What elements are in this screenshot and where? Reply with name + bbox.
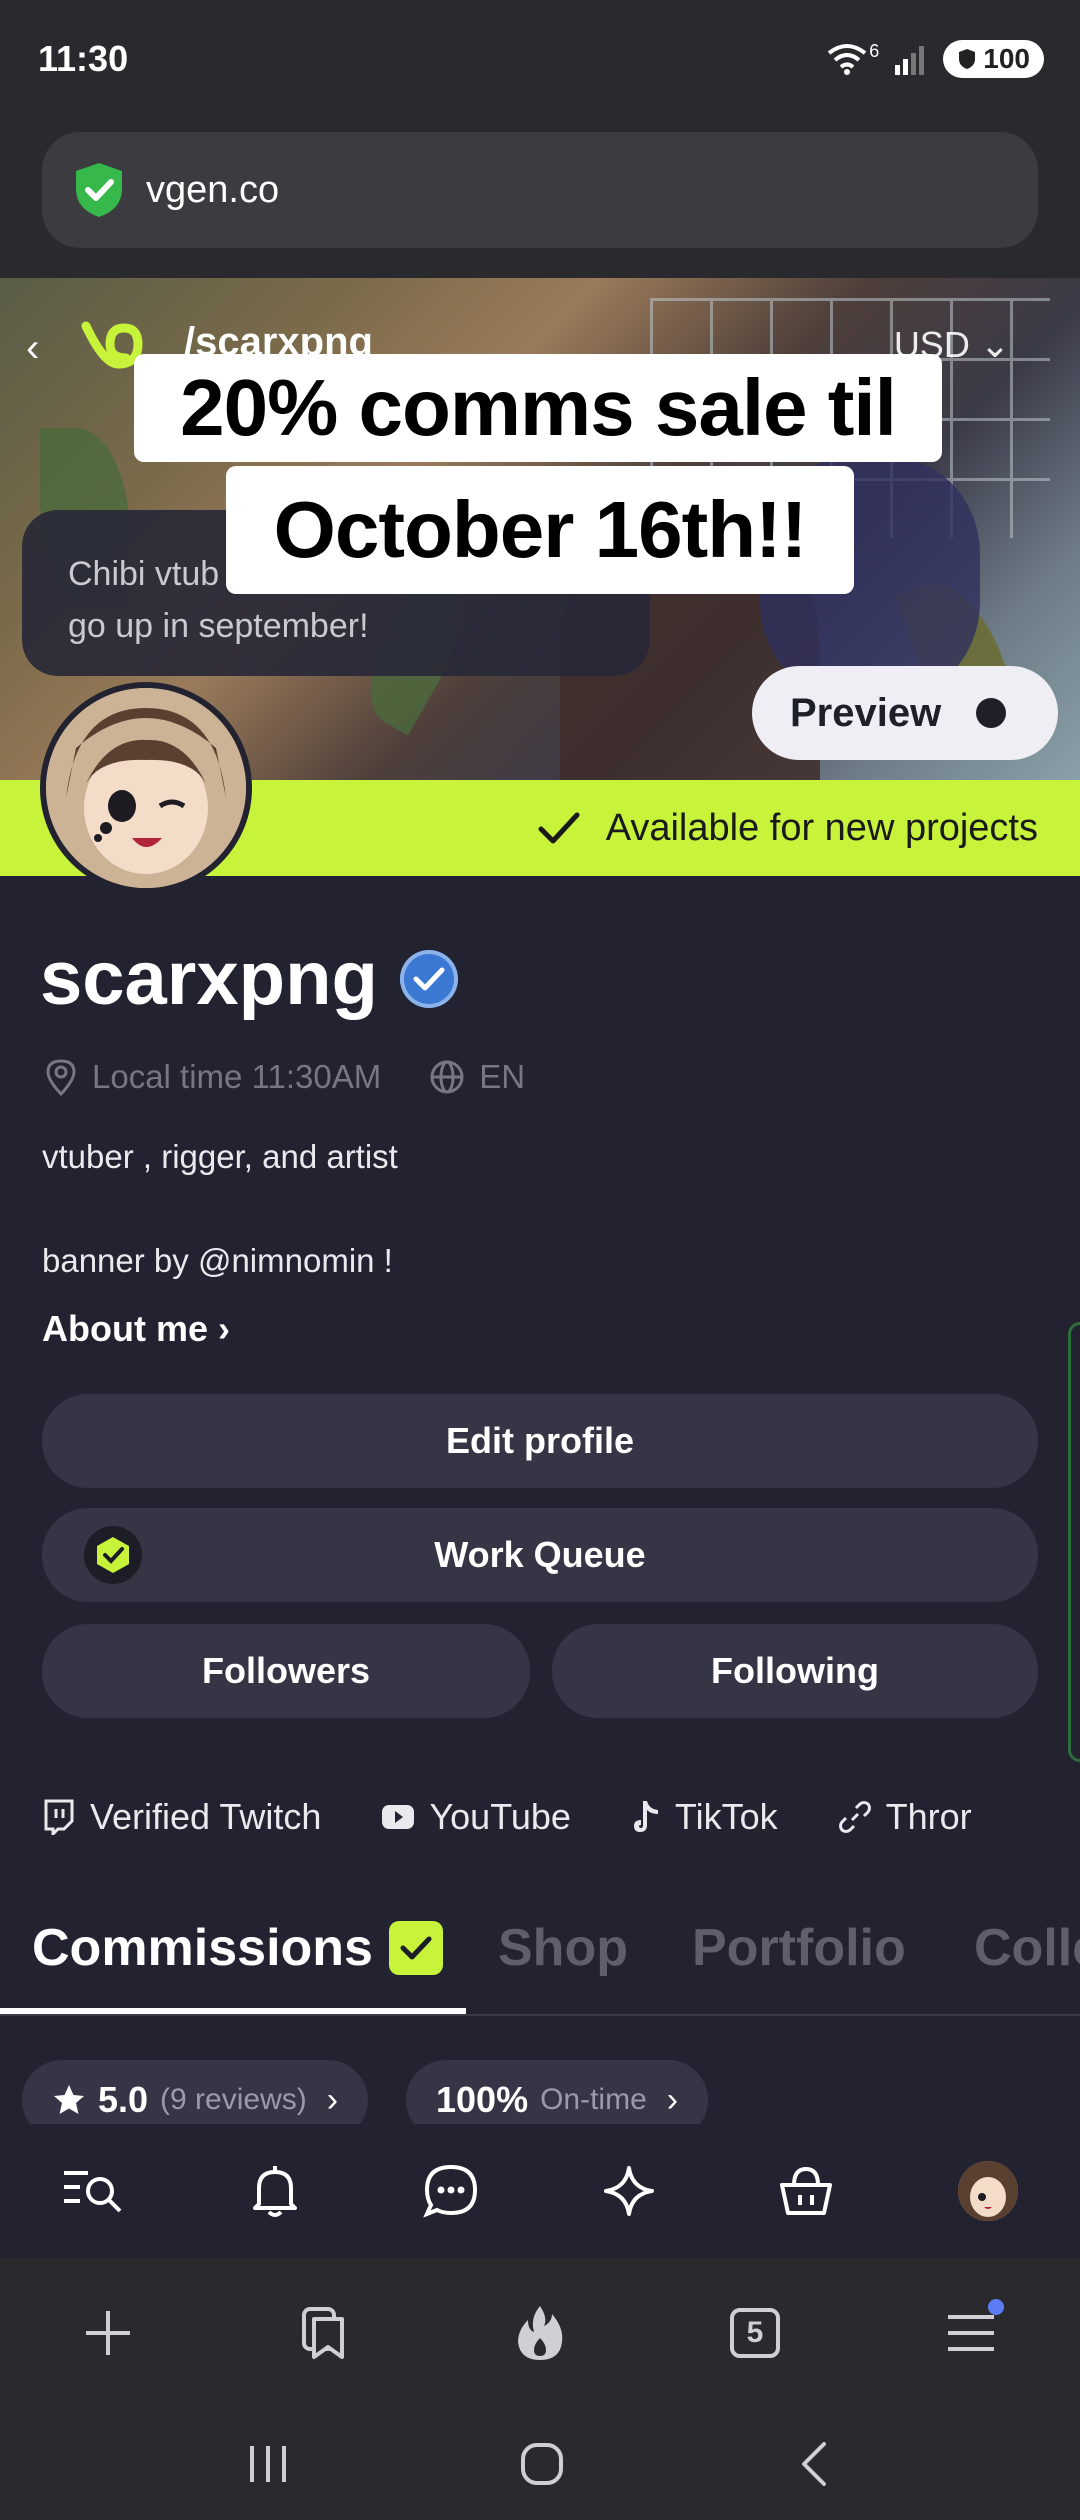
- preview-label: Preview: [790, 690, 942, 735]
- profile-avatar[interactable]: [40, 682, 252, 894]
- tab-count: 5: [746, 2316, 764, 2349]
- social-links: Verified Twitch YouTube TikTok Thror: [42, 1796, 972, 1838]
- avatar-image: [46, 688, 246, 888]
- bio-line-2: banner by @nimnomin !: [42, 1242, 393, 1279]
- search-list-icon[interactable]: [62, 2165, 128, 2217]
- tiktok-label: TikTok: [674, 1796, 778, 1837]
- tab-underline: [0, 2008, 466, 2014]
- sparkle-icon[interactable]: [603, 2165, 655, 2217]
- throne-link[interactable]: Thror: [838, 1796, 972, 1838]
- tab-shop[interactable]: Shop: [498, 1918, 628, 1978]
- youtube-icon: [382, 1805, 415, 1829]
- chevron-right-icon: ›: [326, 2080, 339, 2119]
- back-icon[interactable]: [794, 2440, 834, 2488]
- signal-icon: [895, 46, 925, 75]
- menu-button[interactable]: [944, 2299, 1004, 2357]
- wifi-label: 6: [869, 40, 880, 61]
- recent-apps-icon[interactable]: [246, 2442, 290, 2486]
- browser-toolbar: 5: [0, 2258, 1080, 2408]
- twitch-icon: [44, 1799, 74, 1835]
- tab-portfolio[interactable]: Portfolio: [692, 1918, 906, 1978]
- chevron-right-icon: ›: [666, 2080, 679, 2119]
- twitch-label: Verified Twitch: [90, 1796, 322, 1837]
- bell-icon[interactable]: [251, 2164, 299, 2218]
- language: EN: [479, 1058, 526, 1095]
- flame-icon[interactable]: [514, 2304, 566, 2362]
- work-queue-button[interactable]: Work Queue: [42, 1508, 1038, 1602]
- avatar-small-image: [958, 2161, 1019, 2221]
- edit-profile-label: Edit profile: [446, 1420, 634, 1461]
- status-bar: 11:30 6 100: [0, 0, 1080, 124]
- throne-label: Thror: [885, 1796, 972, 1837]
- profile-meta: Local time 11:30AM EN: [44, 1058, 525, 1096]
- ontime-value: 100%: [436, 2079, 529, 2120]
- tiktok-icon: [633, 1801, 658, 1832]
- toggle-knob: [976, 698, 1006, 728]
- work-queue-label: Work Queue: [434, 1534, 646, 1575]
- following-label: Following: [711, 1650, 879, 1691]
- location-pin-icon: [46, 1059, 76, 1096]
- url-text: vgen.co: [146, 168, 280, 211]
- notice-line-2: go up in september!: [68, 607, 369, 645]
- app-bottom-nav: [0, 2124, 1080, 2258]
- about-me-link[interactable]: About me ›: [42, 1308, 230, 1350]
- shield-icon: [959, 49, 976, 69]
- following-button[interactable]: Following: [552, 1624, 1038, 1718]
- hamburger-menu-icon: [948, 2315, 994, 2351]
- battery-level: 100: [983, 43, 1030, 74]
- verified-badge-icon: [399, 949, 458, 1008]
- chat-icon[interactable]: [423, 2163, 479, 2219]
- tab-collections[interactable]: Colle: [974, 1918, 1080, 1978]
- globe-icon: [430, 1060, 464, 1094]
- check-icon: [538, 812, 580, 844]
- user-avatar-small[interactable]: [958, 2161, 1019, 2221]
- rating-value: 5.0: [98, 2079, 149, 2120]
- shopping-basket-icon[interactable]: [778, 2165, 834, 2217]
- wifi-icon: [828, 44, 867, 75]
- status-icons: 6 100: [827, 40, 1044, 78]
- notification-dot: [988, 2299, 1004, 2315]
- username-text: scarxpng: [40, 936, 378, 1021]
- ontime-label: On-time: [540, 2083, 647, 2116]
- toggle-switch[interactable]: [976, 696, 1032, 730]
- back-chevron-icon[interactable]: ‹: [26, 326, 39, 371]
- browser-url-area: vgen.co: [0, 124, 1080, 278]
- link-icon: [838, 1801, 871, 1833]
- overlay-caption-line-2: October 16th!!: [226, 466, 854, 594]
- youtube-link[interactable]: YouTube: [381, 1796, 571, 1838]
- secure-shield-icon: [76, 163, 122, 217]
- followers-button[interactable]: Followers: [42, 1624, 530, 1718]
- battery-indicator: 100: [943, 40, 1044, 78]
- tab-commissions-label: Commissions: [32, 1919, 373, 1977]
- preview-toggle-button[interactable]: Preview: [752, 666, 1058, 760]
- tab-count-button[interactable]: 5: [730, 2308, 780, 2358]
- youtube-label: YouTube: [429, 1796, 571, 1837]
- local-time: Local time 11:30AM: [92, 1058, 382, 1095]
- side-scroll-indicator: [1068, 1322, 1080, 1762]
- edit-profile-button[interactable]: Edit profile: [42, 1394, 1038, 1488]
- bio-line-1: vtuber , rigger, and artist: [42, 1138, 398, 1175]
- review-count: (9 reviews): [160, 2083, 307, 2116]
- tiktok-link[interactable]: TikTok: [631, 1796, 778, 1838]
- profile-username: scarxpng: [40, 935, 458, 1022]
- check-badge-icon: [388, 1921, 443, 1975]
- profile-tabs: Commissions Shop Portfolio Colle: [0, 1904, 1080, 2016]
- followers-label: Followers: [201, 1650, 371, 1691]
- home-icon[interactable]: [520, 2442, 564, 2486]
- clock: 11:30: [38, 38, 129, 79]
- star-icon: [54, 2085, 84, 2114]
- about-me-label: About me: [42, 1308, 208, 1349]
- bookmarks-icon[interactable]: [298, 2305, 350, 2361]
- tab-commissions[interactable]: Commissions: [32, 1918, 443, 1978]
- twitch-link[interactable]: Verified Twitch: [42, 1796, 321, 1838]
- overlay-caption-line-1: 20% comms sale til: [134, 354, 942, 462]
- work-queue-icon: [84, 1526, 142, 1584]
- plus-icon[interactable]: [82, 2307, 134, 2359]
- url-bar[interactable]: vgen.co: [42, 132, 1038, 248]
- system-navigation: [0, 2408, 1080, 2520]
- availability-text: Available for new projects: [605, 806, 1038, 849]
